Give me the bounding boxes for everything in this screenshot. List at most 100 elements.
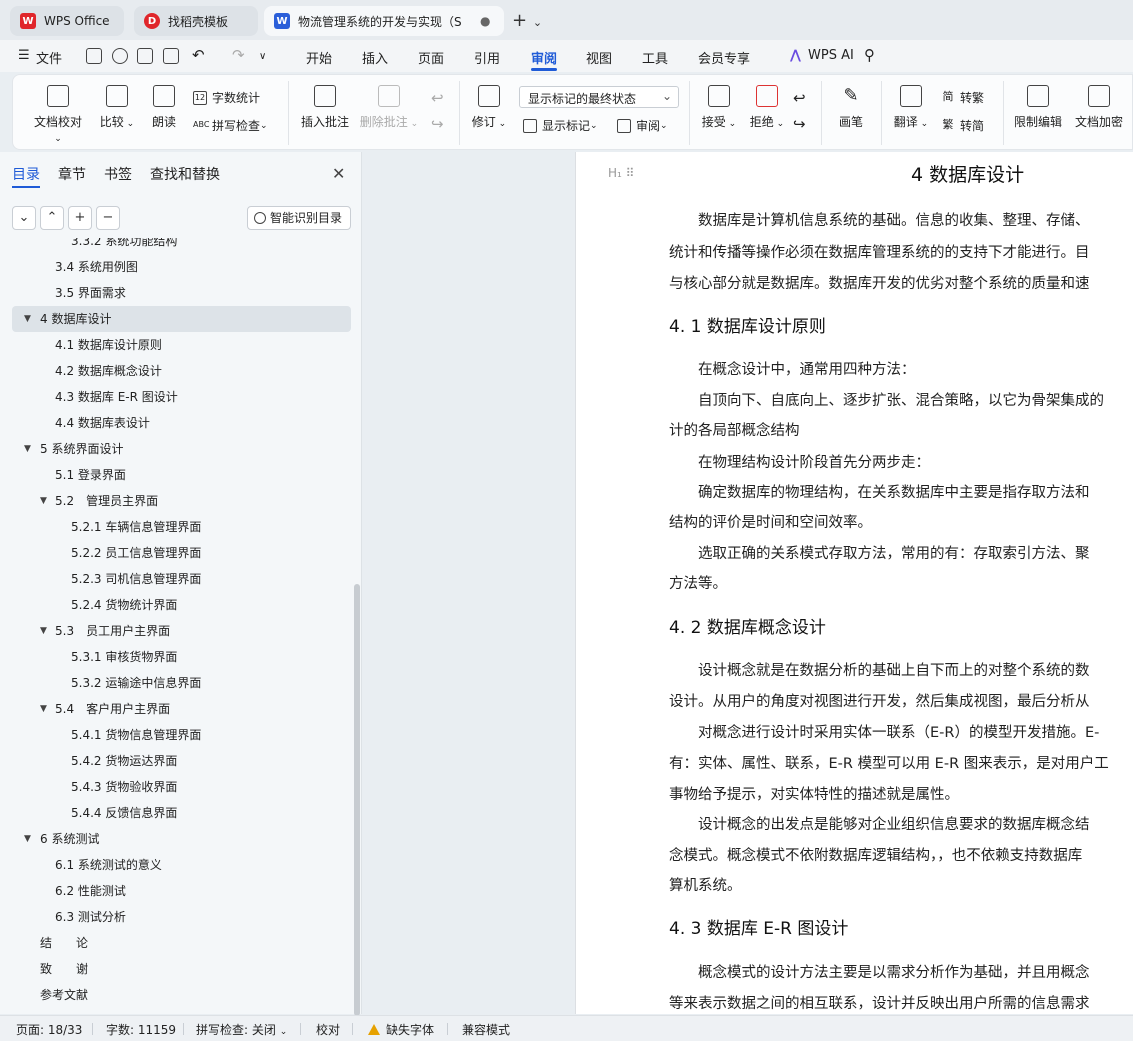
expand-arrow-icon[interactable]: ▼ bbox=[24, 826, 36, 852]
menu-page[interactable]: 页面 bbox=[418, 48, 444, 67]
quick-access-chevron-icon[interactable]: ∨ bbox=[259, 51, 266, 62]
expand-arrow-icon[interactable]: ▼ bbox=[40, 696, 52, 722]
wps-ai-icon[interactable]: ⋀ bbox=[790, 48, 801, 63]
spell-check-button[interactable]: ABC 拼写检查 ⌄ bbox=[193, 117, 268, 134]
encrypt-button[interactable]: 文档加密 bbox=[1073, 85, 1125, 130]
document-page[interactable]: H₁ ⠿ 4 数据库设计 数据库是计算机信息系统的基础。信息的收集、整理、存储、… bbox=[575, 152, 1133, 1014]
toc-item[interactable]: 4.3 数据库 E-R 图设计 bbox=[0, 384, 350, 410]
toc-item[interactable]: 6.3 测试分析 bbox=[0, 904, 350, 930]
to-simplified-button[interactable]: 繁转简 bbox=[941, 117, 985, 134]
expand-arrow-icon[interactable]: ▼ bbox=[40, 618, 52, 644]
tab-wps-office[interactable]: W WPS Office bbox=[10, 6, 124, 36]
toc-item[interactable]: 5.3.1 审核货物界面 bbox=[0, 644, 350, 670]
expand-arrow-icon[interactable]: ▼ bbox=[40, 488, 52, 514]
tab-docer[interactable]: D 找稻壳模板 bbox=[134, 6, 258, 36]
new-tab-button[interactable]: + ⌄ bbox=[512, 10, 542, 31]
tab-document[interactable]: W 物流管理系统的开发与实现（S ● bbox=[264, 6, 504, 36]
wps-ai-button[interactable]: WPS AI bbox=[808, 48, 854, 63]
next-change-icon[interactable]: ↪ bbox=[793, 115, 806, 133]
search-icon[interactable]: ⚲ bbox=[864, 46, 875, 64]
toc-item[interactable]: 3.3.2 系统功能结构 bbox=[0, 238, 350, 254]
page-indicator[interactable]: 页面: 18/33 bbox=[16, 1021, 82, 1038]
redo-icon[interactable]: ↷ bbox=[232, 46, 245, 64]
toc-scrollbar[interactable] bbox=[354, 584, 360, 1016]
delete-comment-button[interactable]: 删除批注 ⌄ bbox=[359, 85, 419, 130]
toc-item[interactable]: 5.4.2 货物运达界面 bbox=[0, 748, 350, 774]
menu-file[interactable]: 文件 bbox=[36, 48, 62, 67]
toc-item[interactable]: 结 论 bbox=[0, 930, 350, 956]
word-count-button[interactable]: 12 字数统计 bbox=[193, 89, 260, 106]
previous-change-icon[interactable]: ↩ bbox=[793, 89, 806, 107]
spell-check-status[interactable]: 拼写检查: 关闭 ⌄ bbox=[196, 1021, 287, 1038]
toc-item[interactable]: ▼ 5.4 客户用户主界面 bbox=[0, 696, 350, 722]
word-count-status[interactable]: 字数: 11159 bbox=[106, 1021, 176, 1038]
link-icon[interactable] bbox=[112, 48, 128, 64]
toc-item[interactable]: 5.1 登录界面 bbox=[0, 462, 350, 488]
insert-comment-button[interactable]: 插入批注 bbox=[299, 85, 351, 130]
menu-review[interactable]: 审阅 bbox=[531, 48, 557, 67]
toc-item[interactable]: ▼ 6 系统测试 bbox=[0, 826, 350, 852]
smart-toc-button[interactable]: 智能识别目录 bbox=[247, 206, 351, 230]
toc-item[interactable]: 5.4.3 货物验收界面 bbox=[0, 774, 350, 800]
drag-handle-icon[interactable]: ⠿ bbox=[626, 166, 635, 180]
toc-item[interactable]: 致 谢 bbox=[0, 956, 350, 982]
toc-item[interactable]: 3.5 界面需求 bbox=[0, 280, 350, 306]
tab-find-replace[interactable]: 查找和替换 bbox=[150, 164, 220, 184]
toc-item[interactable]: 4.4 数据库表设计 bbox=[0, 410, 350, 436]
toc-item[interactable]: 5.2.1 车辆信息管理界面 bbox=[0, 514, 350, 540]
read-aloud-button[interactable]: 朗读 bbox=[149, 85, 179, 130]
menu-insert[interactable]: 插入 bbox=[362, 48, 388, 67]
toc-item[interactable]: ▼ 4 数据库设计 bbox=[12, 306, 351, 332]
next-comment-icon[interactable]: ↪ bbox=[431, 115, 444, 133]
previous-comment-icon[interactable]: ↩ bbox=[431, 89, 444, 107]
accept-button[interactable]: 接受 ⌄ bbox=[699, 85, 739, 130]
toc-item[interactable]: 6.2 性能测试 bbox=[0, 878, 350, 904]
tab-bookmarks[interactable]: 书签 bbox=[104, 164, 132, 184]
add-heading-button[interactable]: + bbox=[68, 206, 92, 230]
expand-arrow-icon[interactable]: ▼ bbox=[24, 306, 36, 332]
translate-button[interactable]: 翻译 ⌄ bbox=[891, 85, 931, 130]
toc-item[interactable]: 5.4.1 货物信息管理界面 bbox=[0, 722, 350, 748]
toc-item[interactable]: 5.2.3 司机信息管理界面 bbox=[0, 566, 350, 592]
unsaved-dot-icon[interactable]: ● bbox=[480, 14, 490, 28]
tab-toc[interactable]: 目录 bbox=[12, 164, 40, 184]
to-traditional-button[interactable]: 简转繁 bbox=[941, 89, 985, 106]
toc-item[interactable]: 4.2 数据库概念设计 bbox=[0, 358, 350, 384]
toc-item[interactable]: ▼ 5.3 员工用户主界面 bbox=[0, 618, 350, 644]
remove-heading-button[interactable]: − bbox=[96, 206, 120, 230]
tab-chapters[interactable]: 章节 bbox=[58, 164, 86, 184]
toc-item[interactable]: 参考文献 bbox=[0, 982, 350, 1008]
collapse-up-button[interactable]: ⌃ bbox=[40, 206, 64, 230]
menu-references[interactable]: 引用 bbox=[474, 48, 500, 67]
proof-status[interactable]: 校对 bbox=[316, 1021, 340, 1038]
hamburger-icon[interactable]: ☰ bbox=[18, 48, 30, 63]
toc-item[interactable]: 6.1 系统测试的意义 bbox=[0, 852, 350, 878]
missing-font-status[interactable]: 缺失字体 bbox=[368, 1021, 434, 1038]
menu-start[interactable]: 开始 bbox=[306, 48, 332, 67]
collapse-down-button[interactable]: ⌄ bbox=[12, 206, 36, 230]
menu-tools[interactable]: 工具 bbox=[642, 48, 668, 67]
toc-item[interactable]: 3.4 系统用例图 bbox=[0, 254, 350, 280]
menu-view[interactable]: 视图 bbox=[586, 48, 612, 67]
menu-membership[interactable]: 会员专享 bbox=[698, 48, 750, 67]
compare-button[interactable]: 比较 ⌄ bbox=[97, 85, 137, 130]
heading-marker[interactable]: H₁ ⠿ bbox=[608, 166, 634, 180]
save-icon[interactable] bbox=[86, 48, 102, 64]
close-icon[interactable]: ✕ bbox=[332, 164, 345, 183]
toc-item[interactable]: ▼ 5 系统界面设计 bbox=[0, 436, 350, 462]
show-markup-button[interactable]: 显示标记 ⌄ bbox=[523, 117, 598, 134]
expand-arrow-icon[interactable]: ▼ bbox=[24, 436, 36, 462]
restrict-edit-button[interactable]: 限制编辑 bbox=[1013, 85, 1063, 130]
print-preview-icon[interactable] bbox=[163, 48, 179, 64]
review-pane-button[interactable]: 审阅 ⌄ bbox=[617, 117, 668, 134]
toc-item[interactable]: 4.1 数据库设计原则 bbox=[0, 332, 350, 358]
toc-item[interactable]: ▼ 5.2 管理员主界面 bbox=[0, 488, 350, 514]
toc-item[interactable]: 5.2.4 货物统计界面 bbox=[0, 592, 350, 618]
doc-check-button[interactable]: 文档校对 ⌄ bbox=[29, 85, 87, 144]
toc-item[interactable]: 5.2.2 员工信息管理界面 bbox=[0, 540, 350, 566]
undo-icon[interactable]: ↶ bbox=[192, 46, 205, 64]
print-icon[interactable] bbox=[137, 48, 153, 64]
toc-item[interactable]: 5.3.2 运输途中信息界面 bbox=[0, 670, 350, 696]
track-changes-button[interactable]: 修订 ⌄ bbox=[469, 85, 509, 130]
toc-item[interactable]: 5.4.4 反馈信息界面 bbox=[0, 800, 350, 826]
